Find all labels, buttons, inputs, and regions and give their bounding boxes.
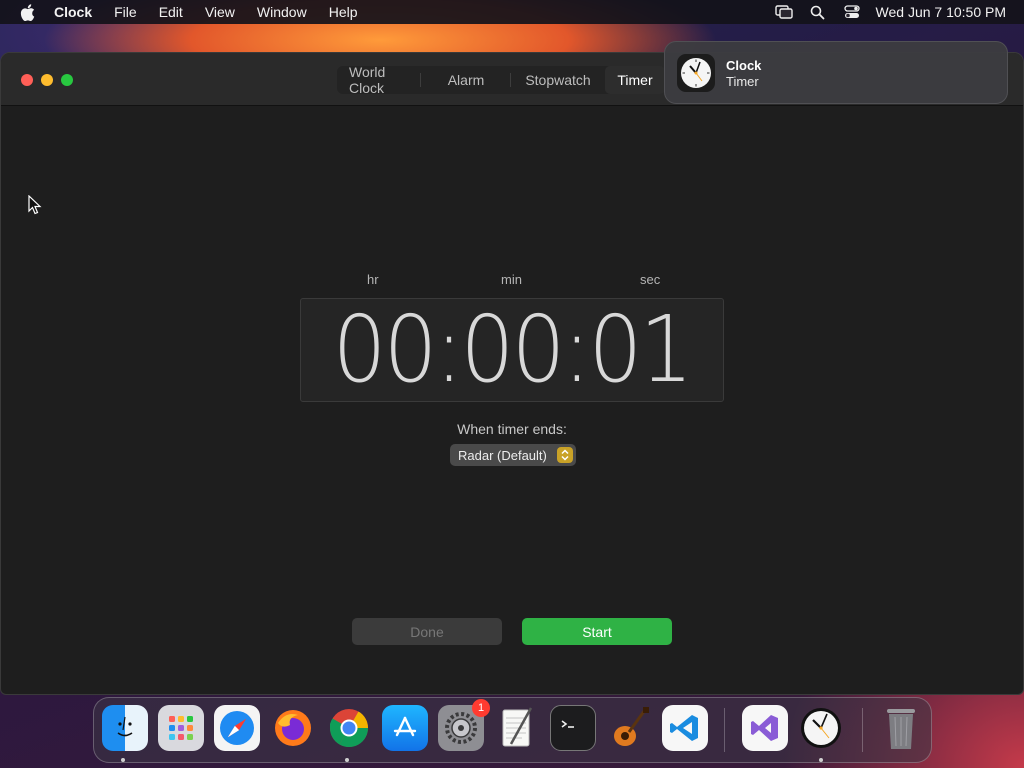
menu-help[interactable]: Help	[329, 4, 358, 20]
menu-edit[interactable]: Edit	[159, 4, 183, 20]
start-button[interactable]: Start	[522, 618, 672, 645]
mouse-pointer-icon	[28, 195, 42, 215]
app-store-icon[interactable]	[382, 705, 428, 751]
garageband-icon[interactable]	[606, 705, 652, 751]
notification-title: Clock	[726, 58, 762, 73]
settings-badge: 1	[472, 699, 490, 717]
control-center-icon[interactable]	[842, 4, 862, 20]
unit-label-min: min	[501, 272, 522, 287]
notification-body: Timer	[726, 74, 759, 89]
visual-studio-icon[interactable]	[742, 705, 788, 751]
spotlight-search-icon[interactable]	[808, 4, 828, 20]
dock-separator	[724, 708, 725, 752]
menu-view[interactable]: View	[205, 4, 235, 20]
tab-timer[interactable]: Timer	[605, 66, 665, 94]
done-button[interactable]: Done	[352, 618, 502, 645]
system-settings-icon[interactable]: 1	[438, 699, 490, 751]
menu-app-name[interactable]: Clock	[54, 4, 92, 20]
unit-label-sec: sec	[640, 272, 661, 287]
launchpad-icon[interactable]	[158, 705, 204, 751]
apple-menu-icon[interactable]	[18, 3, 36, 21]
tab-stopwatch[interactable]: Stopwatch	[511, 66, 605, 94]
clock-window: World Clock Alarm Stopwatch Timer hr min…	[0, 52, 1024, 695]
fullscreen-window-button[interactable]	[61, 74, 73, 86]
tab-bar: World Clock Alarm Stopwatch Timer	[337, 64, 665, 96]
terminal-icon[interactable]	[550, 705, 596, 751]
updown-chevron-icon	[557, 447, 573, 463]
chrome-running-indicator	[345, 758, 349, 762]
timer-sound-value: Radar (Default)	[458, 447, 547, 463]
safari-icon[interactable]	[214, 705, 260, 751]
tab-world-clock[interactable]: World Clock	[337, 64, 421, 96]
clock-running-indicator	[819, 758, 823, 762]
timer-sound-select[interactable]: Radar (Default)	[450, 444, 576, 466]
menu-window[interactable]: Window	[257, 4, 307, 20]
dock: 1	[93, 697, 932, 763]
menu-bar: Clock File Edit View Window Help Wed Jun…	[0, 0, 1024, 24]
tab-alarm[interactable]: Alarm	[421, 66, 511, 94]
menu-file[interactable]: File	[114, 4, 137, 20]
finder-running-indicator	[121, 758, 125, 762]
notification-banner[interactable]: Clock Timer	[664, 41, 1008, 104]
screen-mirroring-icon[interactable]	[774, 4, 794, 20]
timer-digits[interactable]: 00:00:01	[333, 304, 694, 396]
textedit-icon[interactable]	[494, 705, 540, 751]
close-window-button[interactable]	[21, 74, 33, 86]
vscode-icon[interactable]	[662, 705, 708, 751]
finder-icon[interactable]	[102, 705, 148, 751]
minimize-window-button[interactable]	[41, 74, 53, 86]
trash-icon[interactable]	[878, 705, 924, 751]
clock-dock-icon[interactable]	[798, 705, 844, 751]
chrome-icon[interactable]	[326, 705, 372, 751]
when-timer-ends-label: When timer ends:	[457, 421, 567, 437]
dock-separator-trash	[862, 708, 863, 752]
menubar-datetime[interactable]: Wed Jun 7 10:50 PM	[876, 4, 1006, 20]
firefox-icon[interactable]	[270, 705, 316, 751]
clock-app-icon	[677, 54, 715, 92]
unit-label-hr: hr	[367, 272, 379, 287]
timer-duration-field[interactable]: 00:00:01	[300, 298, 724, 402]
